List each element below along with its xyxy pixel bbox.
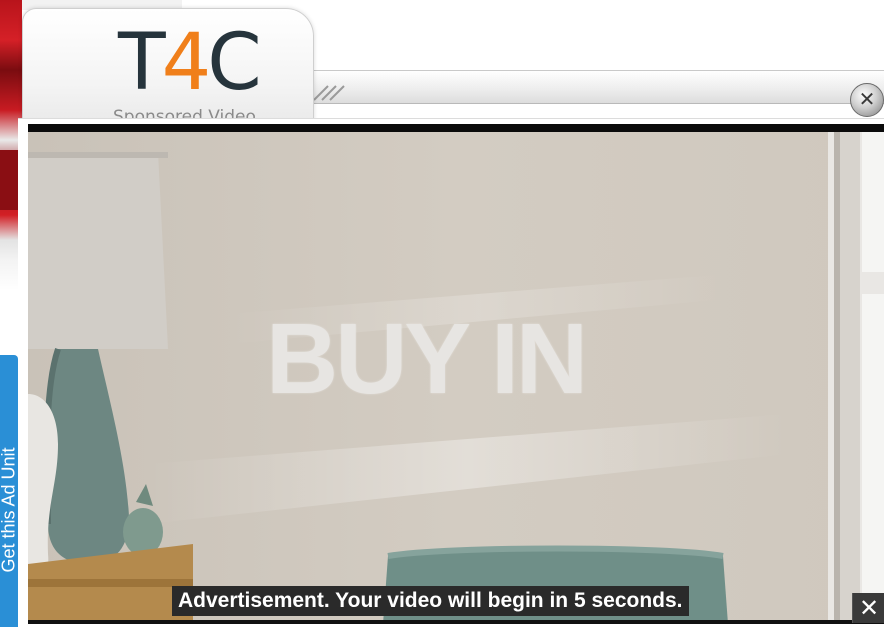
video-player[interactable]: BUY IN — [28, 124, 884, 624]
video-headline-text: BUY IN — [266, 303, 588, 415]
close-video-button[interactable]: ✕ — [852, 593, 884, 623]
ad-countdown-notice: Advertisement. Your video will begin in … — [172, 586, 689, 616]
video-bottom-border — [28, 620, 884, 624]
logo-letter-t: T — [118, 18, 166, 108]
close-ad-button[interactable]: ✕ — [850, 83, 884, 117]
get-ad-unit-label[interactable]: Get this Ad Unit — [0, 447, 20, 572]
resize-grip-icon[interactable] — [310, 82, 348, 102]
t4c-logo[interactable]: T4C — [118, 23, 262, 103]
logo-letter-c: C — [207, 18, 262, 108]
ad-header-bar — [310, 70, 884, 104]
logo-digit-4: 4 — [161, 18, 212, 108]
sponsor-logo-tab: T4C Sponsored Video — [22, 8, 314, 134]
